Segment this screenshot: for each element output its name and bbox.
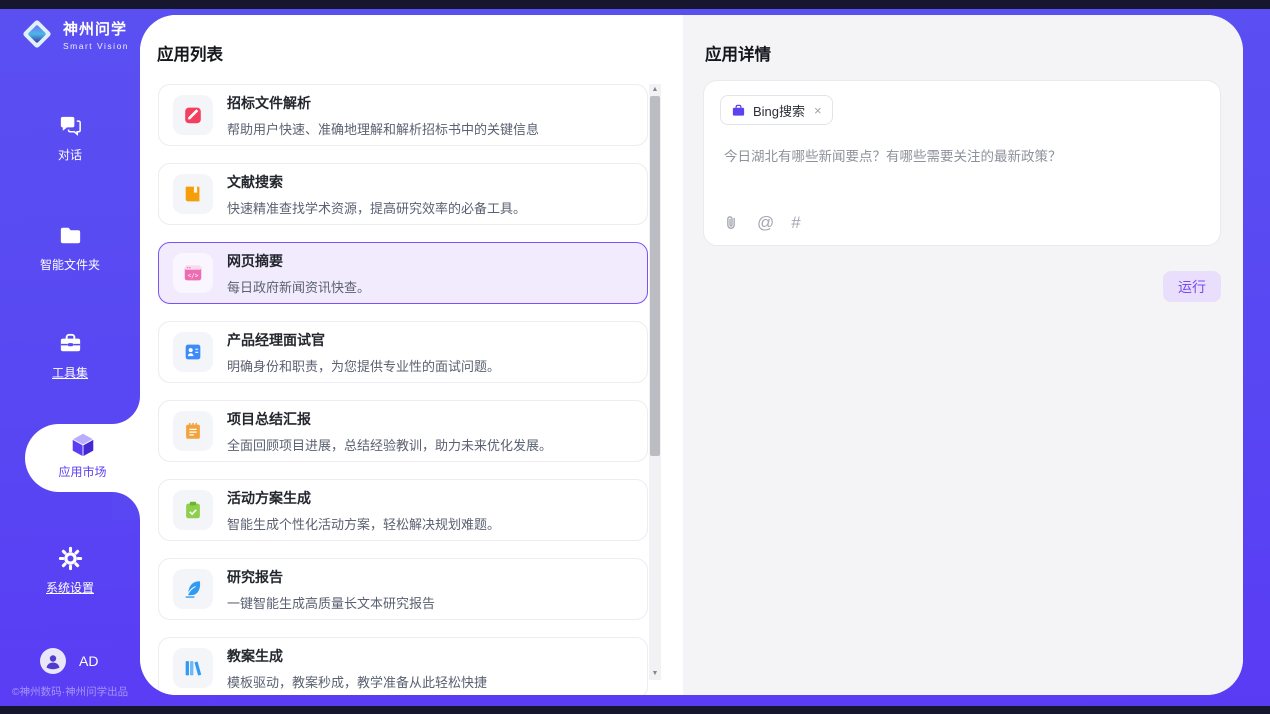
app-list-pane: 应用列表 招标文件解析 帮助用户快速、准确地理解和解析招标书中的关键信息 bbox=[140, 15, 683, 695]
app-name: 研究报告 bbox=[227, 567, 435, 587]
chat-icon bbox=[57, 112, 84, 139]
prompt-input-area[interactable]: Bing搜索 × 今日湖北有哪些新闻要点？有哪些需要关注的最新政策？ @ # bbox=[703, 80, 1221, 246]
prompt-text: 今日湖北有哪些新闻要点？有哪些需要关注的最新政策？ bbox=[724, 145, 1062, 165]
tool-tag-bing-search[interactable]: Bing搜索 × bbox=[720, 95, 833, 125]
app-detail-pane: 应用详情 Bing搜索 × 今日湖北有哪些新闻要点？有哪些需要关注的最新政策？ … bbox=[683, 15, 1243, 695]
app-card-research-report[interactable]: 研究报告 一键智能生成高质量长文本研究报告 bbox=[158, 558, 648, 620]
sidebar-item-label: 应用市场 bbox=[25, 463, 140, 480]
gear-icon bbox=[57, 545, 84, 572]
brand-name: 神州问学 bbox=[63, 18, 129, 39]
paperclip-icon[interactable] bbox=[722, 213, 740, 231]
app-name: 教案生成 bbox=[227, 646, 487, 666]
brand-subtitle: Smart Vision bbox=[63, 41, 129, 51]
app-description: 全面回顾项目进展，总结经验教训，助力未来优化发展。 bbox=[227, 435, 552, 454]
browser-code-icon: </> bbox=[173, 253, 213, 293]
app-card-pm-interviewer[interactable]: 产品经理面试官 明确身份和职责，为您提供专业性的面试问题。 bbox=[158, 321, 648, 383]
app-description: 快速精准查找学术资源，提高研究效率的必备工具。 bbox=[227, 198, 526, 217]
app-description: 一键智能生成高质量长文本研究报告 bbox=[227, 593, 435, 612]
quill-icon bbox=[173, 569, 213, 609]
app-name: 文献搜索 bbox=[227, 172, 526, 192]
diamond-logo-icon bbox=[18, 15, 56, 53]
close-icon[interactable]: × bbox=[814, 103, 822, 118]
sidebar-item-toolkit[interactable]: 工具集 bbox=[0, 330, 140, 381]
sidebar-item-label: 工具集 bbox=[0, 364, 140, 381]
app-description: 帮助用户快速、准确地理解和解析招标书中的关键信息 bbox=[227, 119, 539, 138]
user-initials: AD bbox=[79, 653, 98, 669]
app-name: 项目总结汇报 bbox=[227, 409, 552, 429]
hash-icon[interactable]: # bbox=[791, 214, 800, 231]
sidebar-item-label: 对话 bbox=[0, 146, 140, 163]
app-detail-title: 应用详情 bbox=[705, 41, 771, 65]
briefcase-icon bbox=[731, 103, 746, 118]
book-icon bbox=[173, 174, 213, 214]
app-card-lesson-plan[interactable]: 教案生成 模板驱动，教案秒成，教学准备从此轻松快捷 bbox=[158, 637, 648, 695]
avatar bbox=[40, 648, 66, 674]
sidebar: 神州问学 Smart Vision 对话 智能文件夹 工具集 bbox=[0, 9, 140, 706]
brand-logo: 神州问学 Smart Vision bbox=[18, 15, 129, 53]
notepad-icon bbox=[173, 411, 213, 451]
interview-icon bbox=[173, 332, 213, 372]
at-icon[interactable]: @ bbox=[757, 214, 774, 231]
app-description: 明确身份和职责，为您提供专业性的面试问题。 bbox=[227, 356, 500, 375]
app-description: 智能生成个性化活动方案，轻松解决规划难题。 bbox=[227, 514, 500, 533]
app-card-web-summary[interactable]: </> 网页摘要 每日政府新闻资讯快查。 bbox=[158, 242, 648, 304]
app-name: 网页摘要 bbox=[227, 251, 370, 271]
sidebar-footer-text: ©神州数码·神州问学出品 bbox=[0, 684, 140, 699]
scroll-down-button[interactable]: ▼ bbox=[649, 668, 661, 680]
books-icon bbox=[173, 648, 213, 688]
svg-text:</>: </> bbox=[188, 272, 199, 279]
app-card-event-plan[interactable]: 活动方案生成 智能生成个性化活动方案，轻松解决规划难题。 bbox=[158, 479, 648, 541]
tab-curve-top bbox=[112, 396, 140, 424]
app-list-title: 应用列表 bbox=[157, 41, 223, 65]
cube-icon bbox=[68, 430, 98, 460]
app-card-bid-parsing[interactable]: 招标文件解析 帮助用户快速、准确地理解和解析招标书中的关键信息 bbox=[158, 84, 648, 146]
app-card-literature-search[interactable]: 文献搜索 快速精准查找学术资源，提高研究效率的必备工具。 bbox=[158, 163, 648, 225]
main-panel: 应用列表 招标文件解析 帮助用户快速、准确地理解和解析招标书中的关键信息 bbox=[140, 15, 1243, 695]
input-toolbar: @ # bbox=[722, 213, 801, 231]
app-card-list: 招标文件解析 帮助用户快速、准确地理解和解析招标书中的关键信息 文献搜索 快速精… bbox=[158, 84, 648, 695]
scroll-up-button[interactable]: ▲ bbox=[649, 84, 661, 96]
user-account[interactable]: AD bbox=[40, 648, 98, 674]
edit-square-icon bbox=[173, 95, 213, 135]
app-description: 模板驱动，教案秒成，教学准备从此轻松快捷 bbox=[227, 672, 487, 691]
sidebar-item-settings[interactable]: 系统设置 bbox=[0, 545, 140, 596]
toolbox-icon bbox=[57, 330, 84, 357]
scrollbar-track[interactable]: ▲ ▼ bbox=[649, 84, 661, 680]
app-description: 每日政府新闻资讯快查。 bbox=[227, 277, 370, 296]
sidebar-item-app-market[interactable]: 应用市场 bbox=[25, 424, 140, 492]
scrollbar-thumb[interactable] bbox=[650, 96, 660, 456]
clipboard-check-icon bbox=[173, 490, 213, 530]
app-name: 活动方案生成 bbox=[227, 488, 500, 508]
sidebar-item-chat[interactable]: 对话 bbox=[0, 112, 140, 163]
run-button[interactable]: 运行 bbox=[1163, 271, 1221, 302]
tab-curve-bottom bbox=[112, 492, 140, 520]
app-card-project-summary[interactable]: 项目总结汇报 全面回顾项目进展，总结经验教训，助力未来优化发展。 bbox=[158, 400, 648, 462]
sidebar-item-smart-folder[interactable]: 智能文件夹 bbox=[0, 222, 140, 273]
folder-icon bbox=[57, 222, 84, 249]
sidebar-item-label: 智能文件夹 bbox=[0, 256, 140, 273]
app-name: 招标文件解析 bbox=[227, 93, 539, 113]
sidebar-item-label: 系统设置 bbox=[0, 579, 140, 596]
app-name: 产品经理面试官 bbox=[227, 330, 500, 350]
tool-tag-label: Bing搜索 bbox=[753, 101, 805, 120]
